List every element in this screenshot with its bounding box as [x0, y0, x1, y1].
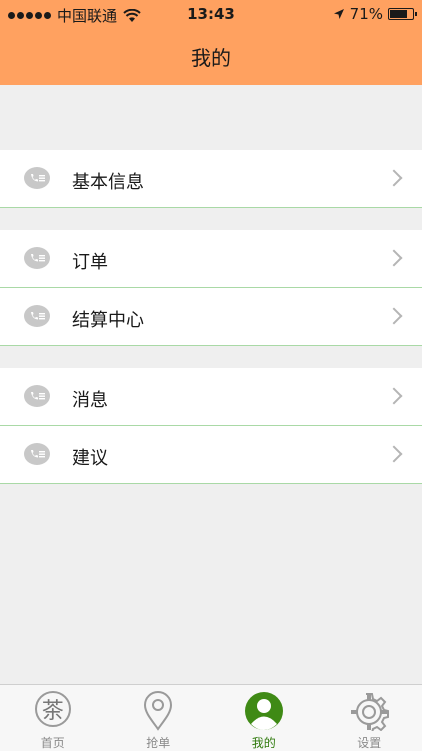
list-group-orders: 订单 结算中心 — [0, 230, 422, 346]
list-group-profile: 基本信息 — [0, 150, 422, 208]
phone-list-icon — [24, 305, 50, 327]
tab-settings[interactable]: 设置 — [317, 685, 422, 751]
phone-list-icon — [24, 443, 50, 465]
tab-label: 我的 — [211, 734, 317, 751]
chevron-right-icon — [386, 308, 403, 325]
list-group-messages: 消息 建议 — [0, 368, 422, 484]
profile-icon — [244, 691, 284, 731]
list-item-label: 基本信息 — [72, 168, 144, 194]
tab-label: 首页 — [0, 734, 106, 751]
battery-icon — [388, 8, 414, 20]
phone-list-icon — [24, 247, 50, 269]
gear-icon — [349, 691, 389, 731]
list-item-label: 建议 — [72, 444, 108, 470]
tab-grab-order[interactable]: 抢单 — [106, 685, 212, 751]
chevron-right-icon — [386, 446, 403, 463]
battery-percent: 71% — [350, 5, 383, 23]
phone-list-icon — [24, 385, 50, 407]
list-item-basic-info[interactable]: 基本信息 — [0, 150, 422, 208]
tab-label: 抢单 — [106, 734, 212, 751]
list-item-messages[interactable]: 消息 — [0, 368, 422, 426]
status-bar: 中国联通 13:43 71% — [0, 0, 422, 28]
tab-home[interactable]: 茶 首页 — [0, 685, 106, 751]
page-title: 我的 — [0, 42, 422, 71]
tab-label: 设置 — [317, 734, 422, 751]
chevron-right-icon — [386, 250, 403, 267]
tea-icon: 茶 — [35, 691, 71, 727]
tab-mine[interactable]: 我的 — [211, 685, 317, 751]
list-item-label: 消息 — [72, 386, 108, 412]
chevron-right-icon — [386, 388, 403, 405]
location-arrow-icon — [333, 8, 345, 20]
list-item-label: 结算中心 — [72, 306, 144, 332]
phone-list-icon — [24, 167, 50, 189]
status-right: 71% — [333, 5, 414, 23]
list-item-suggestions[interactable]: 建议 — [0, 426, 422, 484]
chevron-right-icon — [386, 170, 403, 187]
header-bar: 中国联通 13:43 71% 我的 — [0, 0, 422, 85]
location-pin-icon — [138, 691, 178, 731]
list-item-label: 订单 — [72, 248, 108, 274]
tab-bar: 茶 首页 抢单 我的 — [0, 684, 422, 751]
list-item-orders[interactable]: 订单 — [0, 230, 422, 288]
list-item-settlement-center[interactable]: 结算中心 — [0, 288, 422, 346]
